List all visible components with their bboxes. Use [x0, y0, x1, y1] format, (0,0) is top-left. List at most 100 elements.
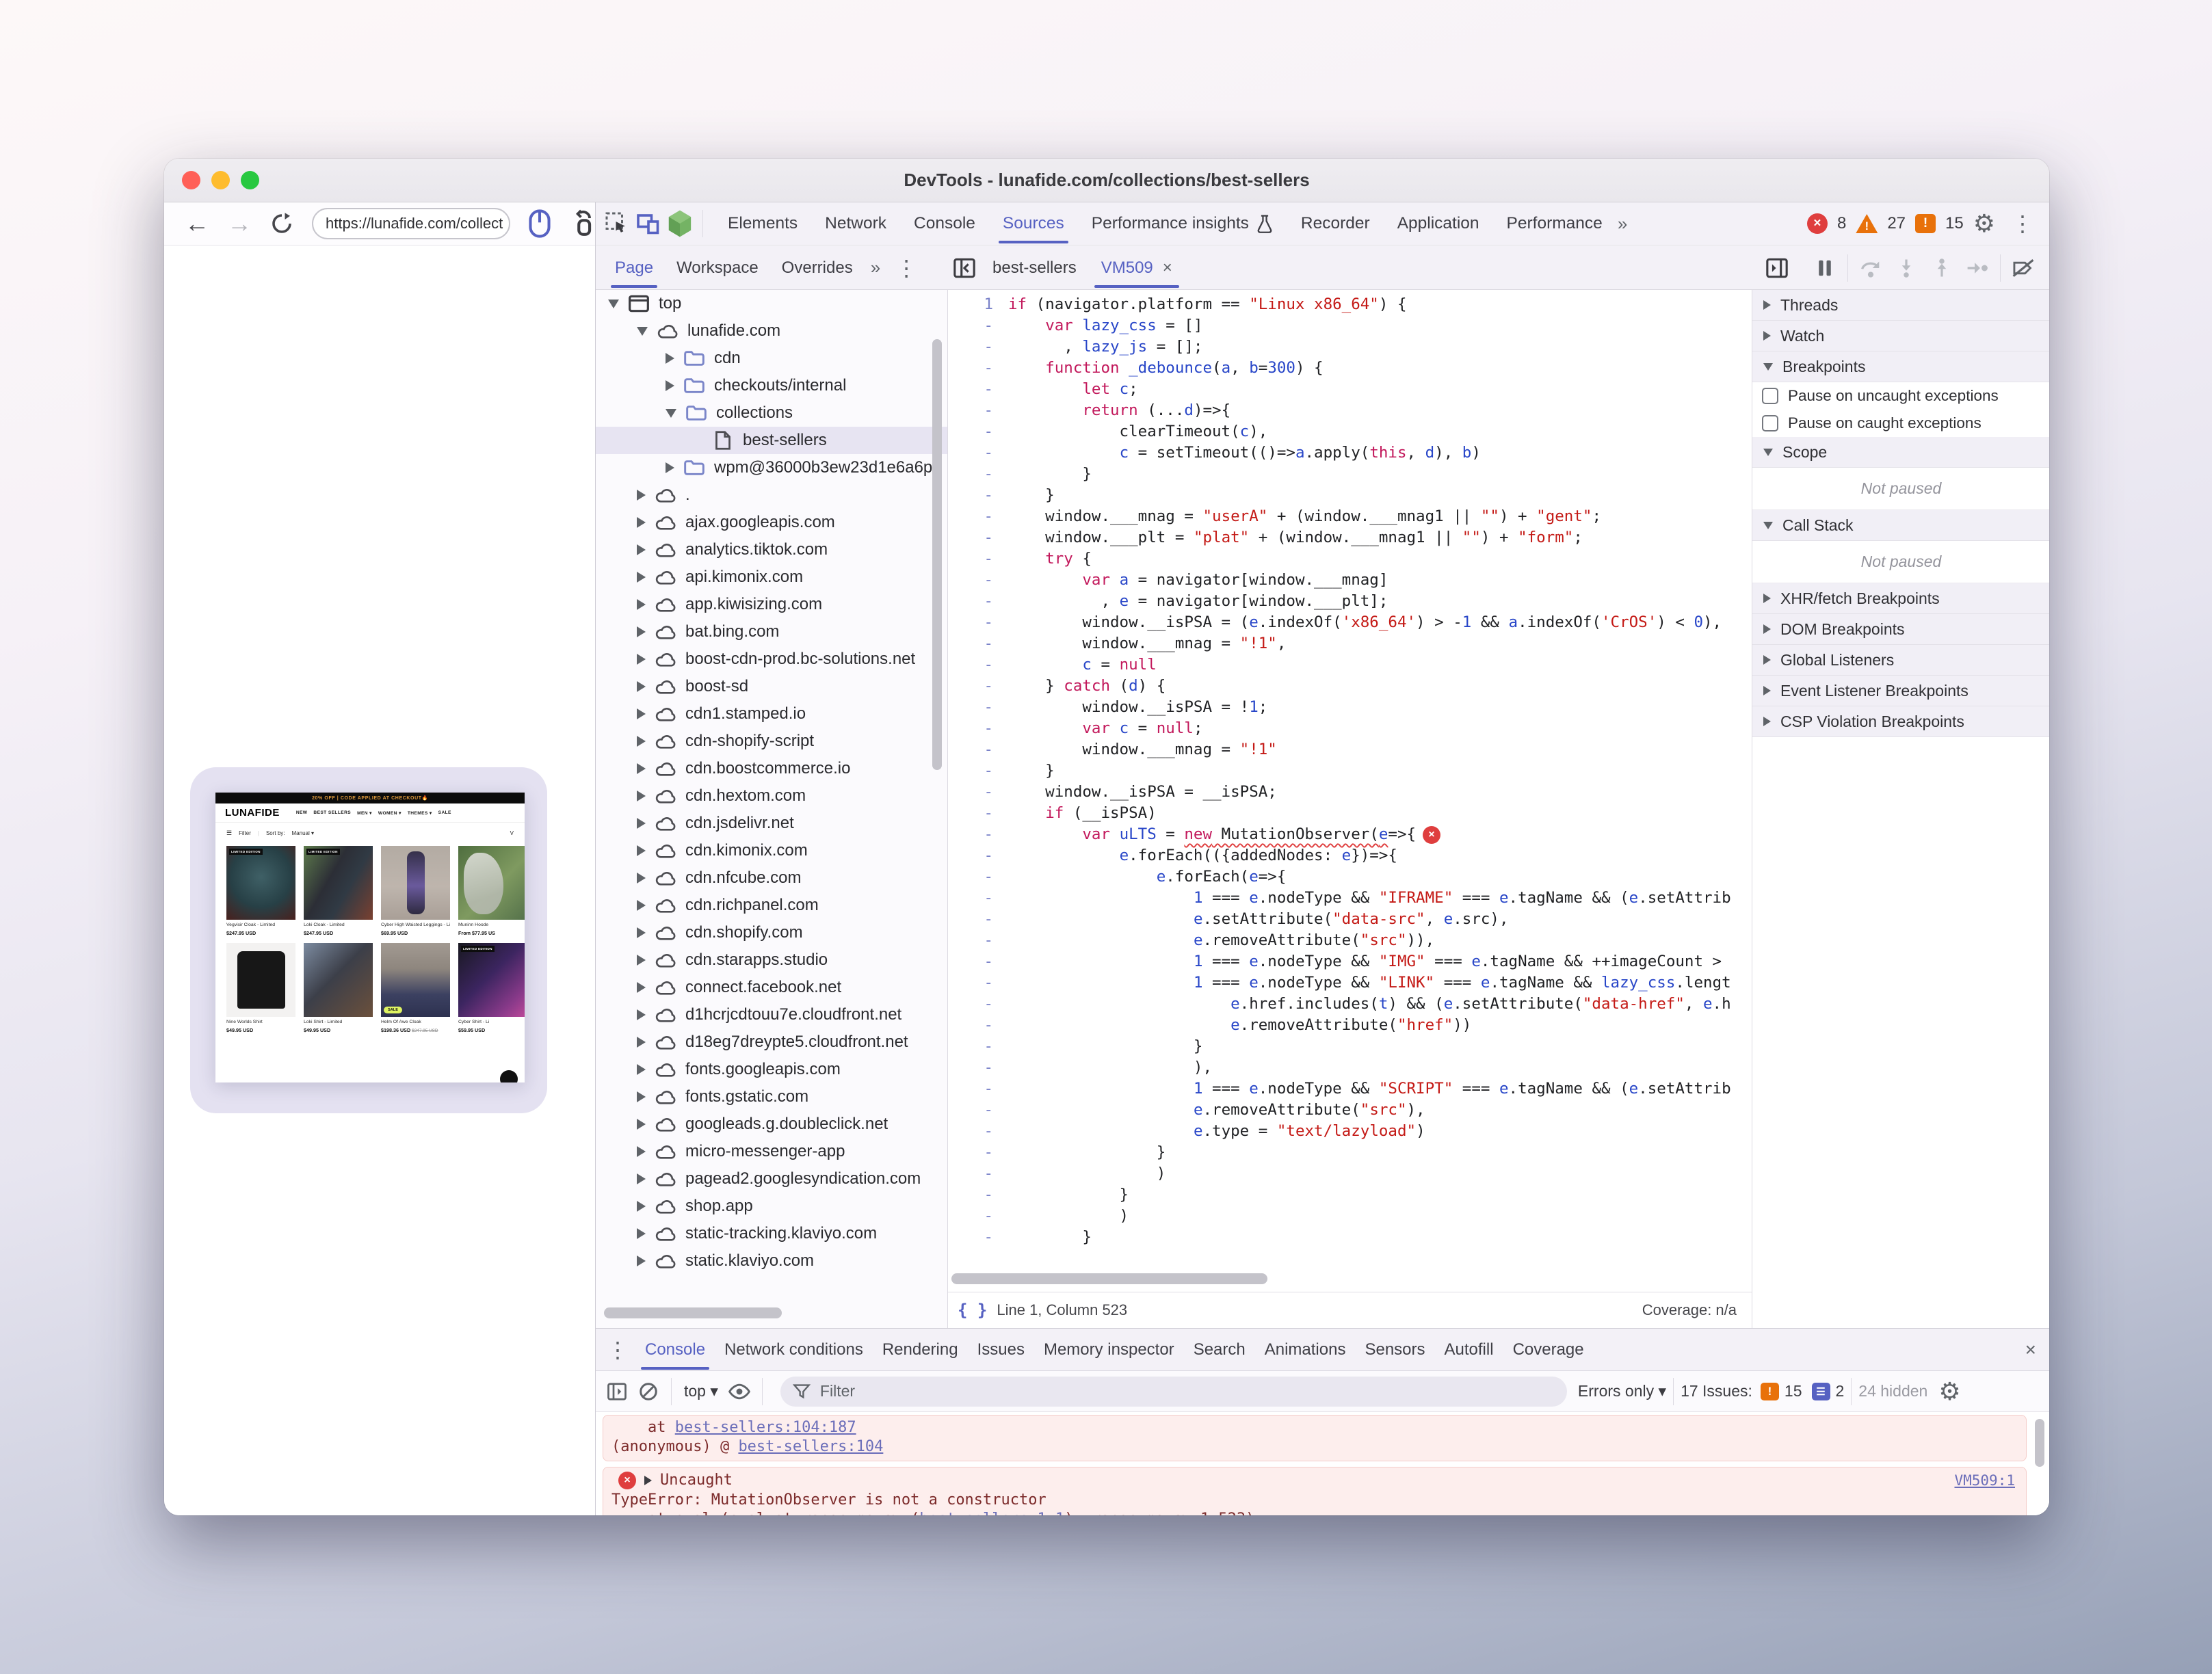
code-line[interactable]: - e.removeAttribute("href")): [948, 1015, 1752, 1036]
tree-item-googleads-g-doubleclick-net[interactable]: googleads.g.doubleclick.net: [596, 1111, 947, 1138]
close-window-button[interactable]: [182, 171, 200, 189]
tree-item-d18eg7dreypte5-cloudfront-net[interactable]: d18eg7dreypte5.cloudfront.net: [596, 1028, 947, 1056]
caret-closed-icon[interactable]: [637, 1064, 646, 1075]
tree-item-app-kiwisizing-com[interactable]: app.kiwisizing.com: [596, 591, 947, 618]
site-nav-item[interactable]: WOMEN ▾: [378, 810, 401, 816]
console-message[interactable]: at best-sellers:104:187(anonymous) @ bes…: [603, 1415, 2027, 1461]
console-sidebar-icon[interactable]: [601, 1376, 633, 1407]
product-card[interactable]: Loki Shirt - Limited$49.95 USD: [304, 943, 373, 1033]
mouse-recorder-icon[interactable]: [528, 209, 551, 239]
debugger-section-csp-violation-breakpoints[interactable]: CSP Violation Breakpoints: [1752, 706, 2049, 737]
maximize-window-button[interactable]: [241, 171, 259, 189]
code-line[interactable]: - window.__isPSA = __isPSA;: [948, 782, 1752, 803]
error-count[interactable]: 8: [1837, 214, 1846, 233]
console-filter-input[interactable]: Filter: [780, 1377, 1567, 1407]
product-card[interactable]: LIMITED EDITIONVegvisir Cloak - Limited$…: [226, 846, 295, 936]
code-line[interactable]: - e.forEach(({addedNodes: e})=>{: [948, 845, 1752, 866]
caret-closed-icon[interactable]: [637, 900, 646, 911]
console-scrollbar[interactable]: [2035, 1419, 2044, 1467]
caret-closed-icon[interactable]: [637, 845, 646, 856]
checkbox[interactable]: [1762, 415, 1778, 431]
debugger-section-call-stack[interactable]: Call Stack: [1752, 510, 2049, 541]
tree-item-connect-facebook-net[interactable]: connect.facebook.net: [596, 974, 947, 1001]
code-line[interactable]: - window.___plt = "plat" + (window.___mn…: [948, 527, 1752, 548]
close-tab-icon[interactable]: ×: [1163, 258, 1172, 278]
caret-closed-icon[interactable]: [637, 517, 646, 528]
caret-closed-icon[interactable]: [637, 1146, 646, 1157]
tree-item-cdn-shopify-script[interactable]: cdn-shopify-script: [596, 728, 947, 755]
code-line[interactable]: - e.type = "text/lazyload"): [948, 1121, 1752, 1142]
caret-closed-icon[interactable]: [666, 353, 674, 364]
caret-closed-icon[interactable]: [637, 1256, 646, 1266]
file-tab-vm509[interactable]: VM509×: [1089, 249, 1185, 287]
tree-item-wpm-36000b3ew23d1e6a6p4[interactable]: wpm@36000b3ew23d1e6a6p4: [596, 454, 947, 481]
context-selector[interactable]: top ▾: [679, 1382, 724, 1400]
code-line[interactable]: - var lazy_css = []: [948, 315, 1752, 336]
code-line[interactable]: - ): [948, 1206, 1752, 1227]
tree-item-fonts-googleapis-com[interactable]: fonts.googleapis.com: [596, 1056, 947, 1083]
tree-item-cdn-starapps-studio[interactable]: cdn.starapps.studio: [596, 946, 947, 974]
drawer-tab-search[interactable]: Search: [1184, 1331, 1255, 1369]
live-expression-eye-icon[interactable]: [724, 1376, 755, 1407]
caret-closed-icon[interactable]: [637, 1037, 646, 1048]
stack-link[interactable]: best-sellers:104: [738, 1437, 883, 1457]
tree-item-bat-bing-com[interactable]: bat.bing.com: [596, 618, 947, 646]
code-line[interactable]: - ): [948, 1163, 1752, 1184]
debugger-section-scope[interactable]: Scope: [1752, 437, 2049, 468]
inspect-element-icon[interactable]: [601, 208, 633, 239]
tree-item-shop-app[interactable]: shop.app: [596, 1193, 947, 1220]
sources-nav-overflow[interactable]: »: [867, 257, 884, 278]
tree-item-boost-cdn-prod-bc-solutions-net[interactable]: boost-cdn-prod.bc-solutions.net: [596, 646, 947, 673]
toggle-debugger-sidebar-icon[interactable]: [1761, 252, 1793, 284]
code-line[interactable]: - 1 === e.nodeType && "SCRIPT" === e.tag…: [948, 1078, 1752, 1100]
code-line[interactable]: - }: [948, 464, 1752, 485]
tree-item--[interactable]: .: [596, 481, 947, 509]
reload-button[interactable]: [269, 211, 294, 236]
code-line[interactable]: - var c = null;: [948, 718, 1752, 739]
tree-item-boost-sd[interactable]: boost-sd: [596, 673, 947, 700]
code-line[interactable]: - window.___mnag = "userA" + (window.___…: [948, 506, 1752, 527]
drawer-menu-icon[interactable]: ⋮: [600, 1339, 635, 1361]
tree-item-lunafide-com[interactable]: lunafide.com: [596, 317, 947, 345]
caret-closed-icon[interactable]: [637, 818, 646, 829]
drawer-tab-issues[interactable]: Issues: [968, 1331, 1034, 1369]
tree-item-top[interactable]: top: [596, 290, 947, 317]
caret-closed-icon[interactable]: [637, 873, 646, 884]
site-nav-item[interactable]: BEST SELLERS: [313, 810, 351, 816]
site-logo[interactable]: LUNAFIDE: [225, 807, 280, 819]
hidden-messages-count[interactable]: 24 hidden: [1858, 1382, 1927, 1400]
caret-closed-icon[interactable]: [637, 1228, 646, 1239]
product-card[interactable]: LIMITED EDITIONLoki Cloak - Limited$247.…: [304, 846, 373, 936]
warning-badge-icon[interactable]: !: [1856, 214, 1878, 233]
url-bar[interactable]: https://lunafide.com/collect: [312, 208, 510, 239]
tree-vertical-scrollbar[interactable]: [932, 339, 942, 770]
code-line[interactable]: - }: [948, 1036, 1752, 1057]
caret-closed-icon[interactable]: [637, 626, 646, 637]
checkbox-row[interactable]: Pause on uncaught exceptions: [1752, 382, 2049, 410]
caret-closed-icon[interactable]: [637, 1119, 646, 1130]
code-line[interactable]: - , lazy_js = [];: [948, 336, 1752, 358]
file-tab-best-sellers[interactable]: best-sellers: [980, 249, 1089, 287]
caret-closed-icon[interactable]: [637, 982, 646, 993]
log-level-selector[interactable]: Errors only ▾: [1578, 1382, 1666, 1400]
tree-item-cdn1-stamped-io[interactable]: cdn1.stamped.io: [596, 700, 947, 728]
drawer-close-icon[interactable]: ×: [2018, 1340, 2049, 1359]
forward-button[interactable]: →: [227, 211, 252, 236]
checkbox[interactable]: [1762, 388, 1778, 404]
caret-closed-icon[interactable]: [637, 790, 646, 801]
code-line[interactable]: - 1 === e.nodeType && "LINK" === e.tagNa…: [948, 972, 1752, 994]
caret-open-icon[interactable]: [666, 409, 676, 418]
drawer-tab-sensors[interactable]: Sensors: [1355, 1331, 1434, 1369]
issues-count[interactable]: 15: [1945, 214, 1964, 233]
caret-closed-icon[interactable]: [637, 572, 646, 583]
tree-item-collections[interactable]: collections: [596, 399, 947, 427]
code-line[interactable]: - e.setAttribute("data-src", e.src),: [948, 909, 1752, 930]
code-line[interactable]: - window.__isPSA = !1;: [948, 697, 1752, 718]
site-nav-item[interactable]: NEW: [296, 810, 308, 816]
caret-closed-icon[interactable]: [637, 763, 646, 774]
drawer-tab-memory-inspector[interactable]: Memory inspector: [1034, 1331, 1184, 1369]
tree-item-cdn-richpanel-com[interactable]: cdn.richpanel.com: [596, 892, 947, 919]
product-card[interactable]: Nine Worlds Shirt$49.95 USD: [226, 943, 295, 1033]
stack-link[interactable]: best-sellers:104:187: [675, 1418, 856, 1437]
tree-item-pagead2-googlesyndication-com[interactable]: pagead2.googlesyndication.com: [596, 1165, 947, 1193]
